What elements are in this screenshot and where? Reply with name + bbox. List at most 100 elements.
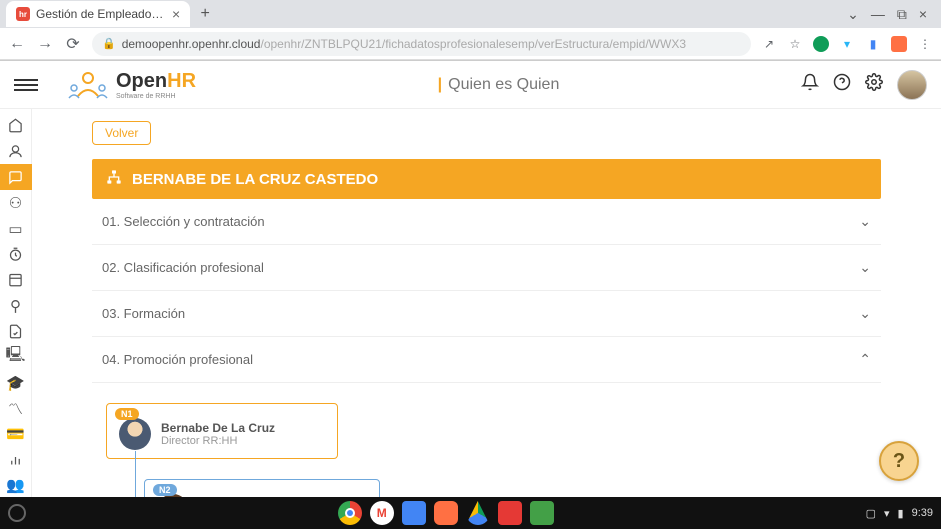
- sidebar-money-icon[interactable]: 💳: [0, 421, 32, 447]
- battery-icon: ▮: [898, 507, 904, 520]
- window-maximize-icon[interactable]: ⧉: [897, 6, 907, 23]
- panel-title: BERNABE DE LA CRUZ CASTEDO: [132, 171, 378, 188]
- org-chart: N1 Bernabe De La Cruz Director RR:HH N2 …: [92, 383, 881, 498]
- sidebar-chat-icon[interactable]: [0, 164, 32, 190]
- toolbar: ← → ⟳ 🔒 demoopenhr.openhr.cloud/openhr/Z…: [0, 28, 941, 60]
- chevron-down-icon: ⌄: [859, 259, 871, 276]
- sidebar-search-user-icon[interactable]: 👥: [0, 472, 32, 498]
- star-icon[interactable]: ☆: [787, 36, 803, 52]
- menu-dots-icon[interactable]: ⋮: [917, 36, 933, 52]
- sidebar-pin-icon[interactable]: ⚲: [0, 293, 32, 319]
- help-icon[interactable]: [833, 73, 851, 96]
- wifi-icon: ▾: [884, 507, 890, 520]
- share-icon[interactable]: ↗: [761, 36, 777, 52]
- connector-line: [135, 451, 136, 498]
- ext-orange-icon[interactable]: [891, 36, 907, 52]
- window-minimize-icon[interactable]: —: [871, 6, 885, 23]
- accordion-item-1[interactable]: 01. Selección y contratación ⌄: [92, 199, 881, 245]
- user-avatar[interactable]: [897, 70, 927, 100]
- sidebar-home-icon[interactable]: [0, 113, 32, 139]
- sidebar-card-icon[interactable]: ▭: [0, 216, 32, 242]
- ext-green-icon[interactable]: [813, 36, 829, 52]
- window-close-icon[interactable]: ×: [919, 6, 927, 23]
- clock: 9:39: [912, 507, 933, 519]
- accordion-label: 01. Selección y contratación: [102, 214, 265, 229]
- ext-blue-icon[interactable]: ▾: [839, 36, 855, 52]
- sidebar-user-icon[interactable]: [0, 139, 32, 165]
- org-name: Bernabe De La Cruz: [161, 421, 275, 435]
- app-green-icon[interactable]: [530, 501, 554, 525]
- org-tree-icon: [106, 169, 122, 189]
- address-bar[interactable]: 🔒 demoopenhr.openhr.cloud/openhr/ZNTBLPQ…: [92, 32, 751, 56]
- url-path: /openhr/ZNTBLPQU21/fichadatosprofesional…: [260, 37, 686, 51]
- gmail-icon[interactable]: M: [370, 501, 394, 525]
- back-button[interactable]: Volver: [92, 121, 151, 145]
- sidebar-org-icon[interactable]: ⚇: [0, 190, 32, 216]
- chevron-down-icon: ⌄: [859, 213, 871, 230]
- os-taskbar: M ▢ ▾ ▮ 9:39: [0, 497, 941, 529]
- avatar: [119, 418, 151, 450]
- tab-strip: hr Gestión de Empleado y Comuni × + ⌄ — …: [0, 0, 941, 28]
- new-tab-button[interactable]: +: [194, 3, 216, 25]
- app-red-icon[interactable]: [498, 501, 522, 525]
- main-content: Volver BERNABE DE LA CRUZ CASTEDO 01. Se…: [32, 109, 941, 498]
- menu-toggle[interactable]: [14, 79, 38, 91]
- sidebar-timer-icon[interactable]: [0, 241, 32, 267]
- forward-icon[interactable]: →: [36, 35, 54, 53]
- system-tray[interactable]: ▢ ▾ ▮ 9:39: [866, 507, 933, 520]
- accordion-label: 04. Promoción profesional: [102, 352, 253, 367]
- app-orange-icon[interactable]: [434, 501, 458, 525]
- url-text: demoopenhr.openhr.cloud/openhr/ZNTBLPQU2…: [122, 37, 686, 51]
- accordion-label: 03. Formación: [102, 306, 185, 321]
- chevron-up-icon: ⌃: [859, 351, 871, 368]
- logo-icon: [66, 70, 110, 100]
- org-card-n2[interactable]: N2 Luisa Barrios No Definido: [144, 479, 380, 498]
- tab-close-icon[interactable]: ×: [172, 6, 180, 22]
- sidebar-doc-icon[interactable]: [0, 318, 32, 344]
- panel-header: BERNABE DE LA CRUZ CASTEDO: [92, 159, 881, 199]
- tray-notif-icon[interactable]: ▢: [866, 507, 876, 520]
- drive-icon[interactable]: [466, 501, 490, 525]
- url-host: demoopenhr.openhr.cloud: [122, 37, 261, 51]
- page-title: |Quien es Quien: [196, 76, 801, 94]
- gear-icon[interactable]: [865, 73, 883, 96]
- level-badge: N1: [115, 408, 139, 420]
- brand-name: OpenHR: [116, 70, 196, 92]
- sidebar-edu-icon[interactable]: 🎓: [0, 370, 32, 396]
- extension-icons: ↗ ☆ ▾ ▮ ⋮: [761, 36, 933, 52]
- chevron-down-icon: ⌄: [859, 305, 871, 322]
- lock-icon: 🔒: [102, 37, 116, 50]
- org-card-n1[interactable]: N1 Bernabe De La Cruz Director RR:HH: [106, 403, 338, 459]
- accordion-item-3[interactable]: 03. Formación ⌄: [92, 291, 881, 337]
- launcher-icon[interactable]: [8, 504, 26, 522]
- browser-chrome: hr Gestión de Empleado y Comuni × + ⌄ — …: [0, 0, 941, 61]
- ext-doc-icon[interactable]: ▮: [865, 36, 881, 52]
- docs-icon[interactable]: [402, 501, 426, 525]
- tab-favicon: hr: [16, 7, 30, 21]
- app-header: OpenHR Software de RRHH |Quien es Quien: [0, 61, 941, 109]
- help-fab[interactable]: ?: [879, 441, 919, 481]
- accordion-item-4[interactable]: 04. Promoción profesional ⌃: [92, 337, 881, 383]
- bell-icon[interactable]: [801, 73, 819, 96]
- sidebar-chart-icon[interactable]: [0, 447, 32, 473]
- chrome-icon[interactable]: [338, 501, 362, 525]
- window-controls: ⌄ — ⧉ ×: [847, 6, 935, 23]
- tab-title: Gestión de Empleado y Comuni: [36, 7, 166, 21]
- sidebar-trend-icon[interactable]: 〽: [0, 395, 32, 421]
- level-badge: N2: [153, 484, 177, 496]
- window-expand-icon[interactable]: ⌄: [847, 6, 859, 23]
- app-body: ⚇ ▭ ⚲ 🖳 🎓 〽 💳 👥 Volver BERNABE DE LA CRU…: [0, 109, 941, 498]
- header-actions: [801, 70, 927, 100]
- reload-icon[interactable]: ⟳: [64, 34, 82, 54]
- taskbar-apps: M: [32, 501, 860, 525]
- org-role: Director RR:HH: [161, 435, 275, 447]
- sidebar: ⚇ ▭ ⚲ 🖳 🎓 〽 💳 👥: [0, 109, 32, 498]
- brand-sub: Software de RRHH: [116, 93, 196, 100]
- accordion-label: 02. Clasificación profesional: [102, 260, 264, 275]
- accordion-item-2[interactable]: 02. Clasificación profesional ⌄: [92, 245, 881, 291]
- browser-tab[interactable]: hr Gestión de Empleado y Comuni ×: [6, 1, 190, 27]
- sidebar-calendar-icon[interactable]: [0, 267, 32, 293]
- sidebar-server-icon[interactable]: 🖳: [0, 344, 32, 370]
- back-icon[interactable]: ←: [8, 35, 26, 53]
- brand-logo[interactable]: OpenHR Software de RRHH: [66, 70, 196, 100]
